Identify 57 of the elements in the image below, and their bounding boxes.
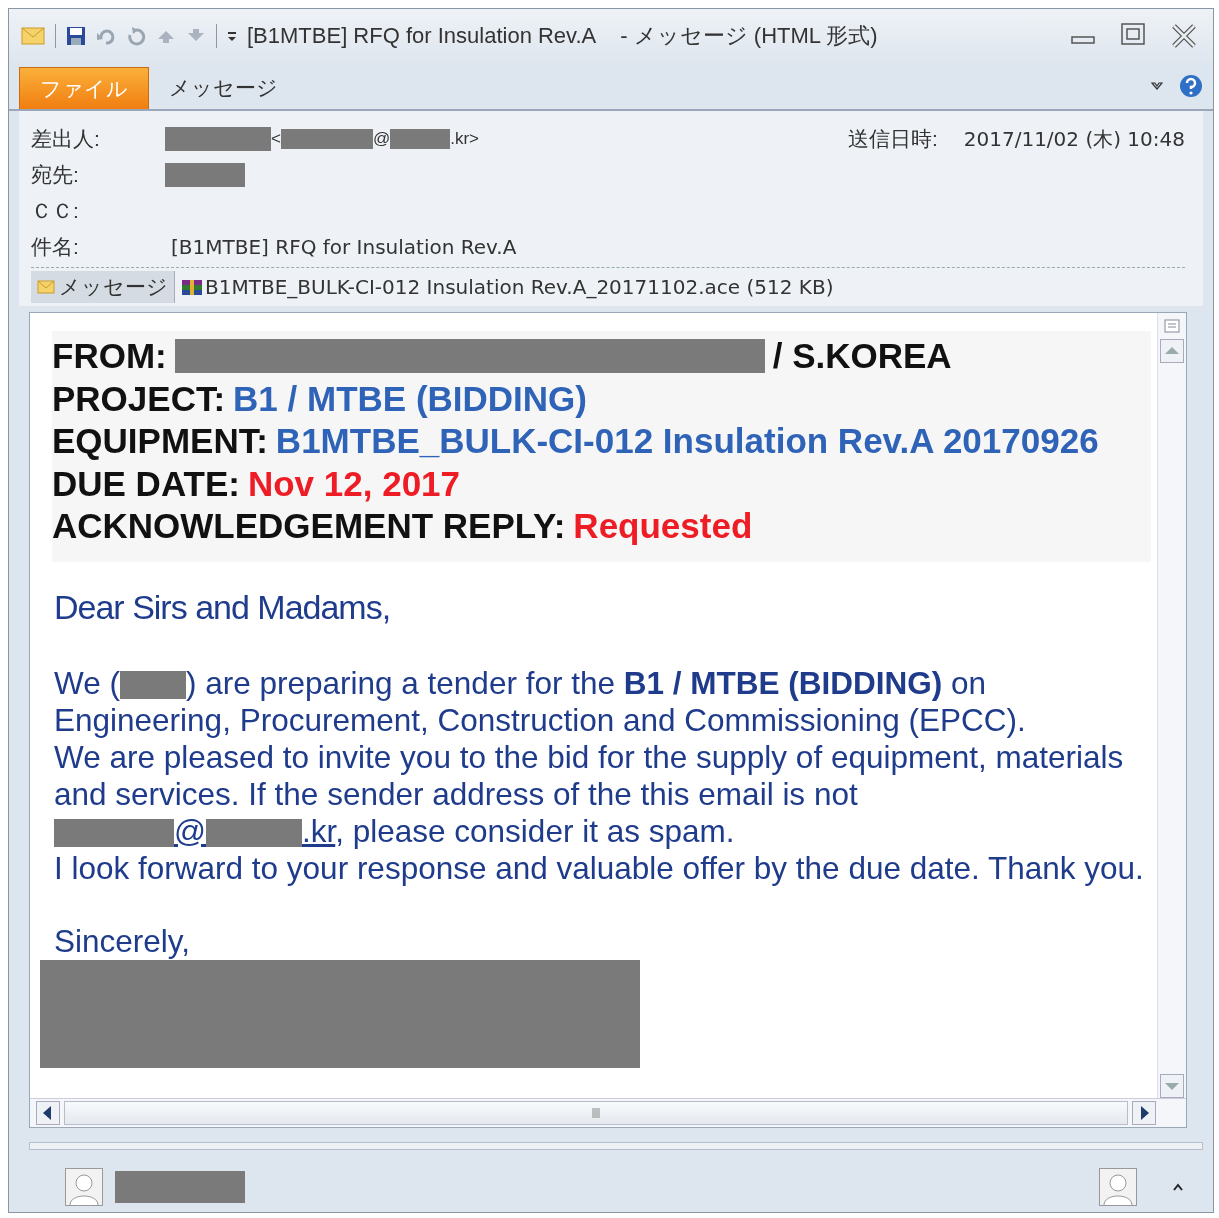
expand-icon[interactable]	[1173, 1183, 1183, 1191]
paragraph-text: and services. If the sender address of the this email is not	[54, 775, 858, 812]
redaction-block	[119, 671, 186, 700]
person-icon[interactable]	[1099, 1168, 1137, 1206]
file-attachment[interactable]: B1MTBE_BULK-CI-012 Insulation Rev.A_20171102.ace (512 KB)	[181, 275, 834, 299]
scroll-left-button[interactable]	[36, 1101, 60, 1125]
paragraph-text: I look forward to your response and valuable offer by the due date. Thank you.	[54, 849, 1144, 886]
ribbon-tab[interactable]: メッセージ	[149, 67, 298, 109]
summary-label: FROM:	[52, 335, 167, 377]
message-attachment[interactable]: メッセージ	[31, 271, 175, 303]
splitter-bar[interactable]	[29, 1142, 1203, 1150]
summary-value: Requested	[573, 505, 753, 547]
paragraph-text: , please consider it as spam.	[335, 812, 735, 849]
field-label: ＣＣ:	[31, 198, 80, 224]
envelope-icon[interactable]	[21, 25, 45, 47]
scrollbar-thumb[interactable]	[64, 1101, 1128, 1125]
split-icon[interactable]	[1163, 317, 1181, 335]
summary-value: Nov 12, 2017	[247, 462, 461, 505]
field-label: 送信日時:	[847, 126, 938, 152]
person-icon[interactable]	[65, 1168, 103, 1206]
greeting-text: Dear Sirs and Madams,	[54, 587, 392, 627]
save-icon[interactable]	[66, 26, 86, 46]
help-icon[interactable]	[1179, 74, 1203, 98]
window-title: [B1MTBE] RFQ for Insulation Rev.A	[247, 23, 597, 49]
domain-text: .kr>	[450, 129, 479, 149]
sent-date: 2017/11/02 (木) 10:48	[963, 125, 1185, 153]
scroll-up-button[interactable]	[1160, 339, 1184, 363]
dropdown-icon[interactable]	[227, 30, 237, 42]
paragraph-text: We are pleased to invite you to the bid for the supply of equipment, materials	[54, 738, 1124, 775]
paragraph-text: We (	[54, 664, 120, 701]
redaction-block	[390, 129, 451, 149]
summary-label: ACKNOWLEDGEMENT REPLY:	[52, 505, 566, 547]
email-link[interactable]: @ .kr	[54, 812, 336, 849]
subject-text: [B1MTBE] RFQ for Insulation Rev.A	[171, 235, 517, 259]
closing-text: Sincerely,	[54, 922, 191, 960]
window-subtitle: - メッセージ (HTML 形式)	[620, 22, 878, 50]
maximize-icon[interactable]	[1121, 23, 1145, 45]
close-icon[interactable]	[1171, 23, 1197, 49]
paragraph-text: ) are preparing a tender for the B1 / MTBE (BIDDING) on	[185, 664, 986, 701]
summary-label: EQUIPMENT:	[52, 420, 268, 462]
summary-label: DUE DATE:	[52, 462, 240, 505]
collapse-icon[interactable]	[1151, 81, 1163, 91]
field-label: 件名:	[31, 234, 80, 260]
grip-icon	[592, 1108, 600, 1118]
at-sign-text: @	[372, 129, 391, 149]
paragraph-text: Engineering, Procurement, Construction and Commissioning (EPCC).	[54, 701, 1026, 738]
bracket-text: <	[271, 129, 281, 149]
summary-label: PROJECT:	[52, 377, 226, 420]
field-label: 宛先:	[31, 162, 80, 188]
summary-value: B1MTBE_BULK-CI-012 Insulation Rev.A 20170926	[275, 420, 1099, 462]
scroll-right-button[interactable]	[1132, 1101, 1156, 1125]
summary-value: B1 / MTBE (BIDDING)	[233, 377, 587, 420]
envelope-icon	[37, 279, 55, 295]
redo-icon[interactable]	[126, 26, 146, 46]
archive-icon	[181, 277, 203, 297]
field-label: 差出人:	[31, 126, 101, 152]
summary-value: / S.KOREA	[772, 335, 952, 377]
